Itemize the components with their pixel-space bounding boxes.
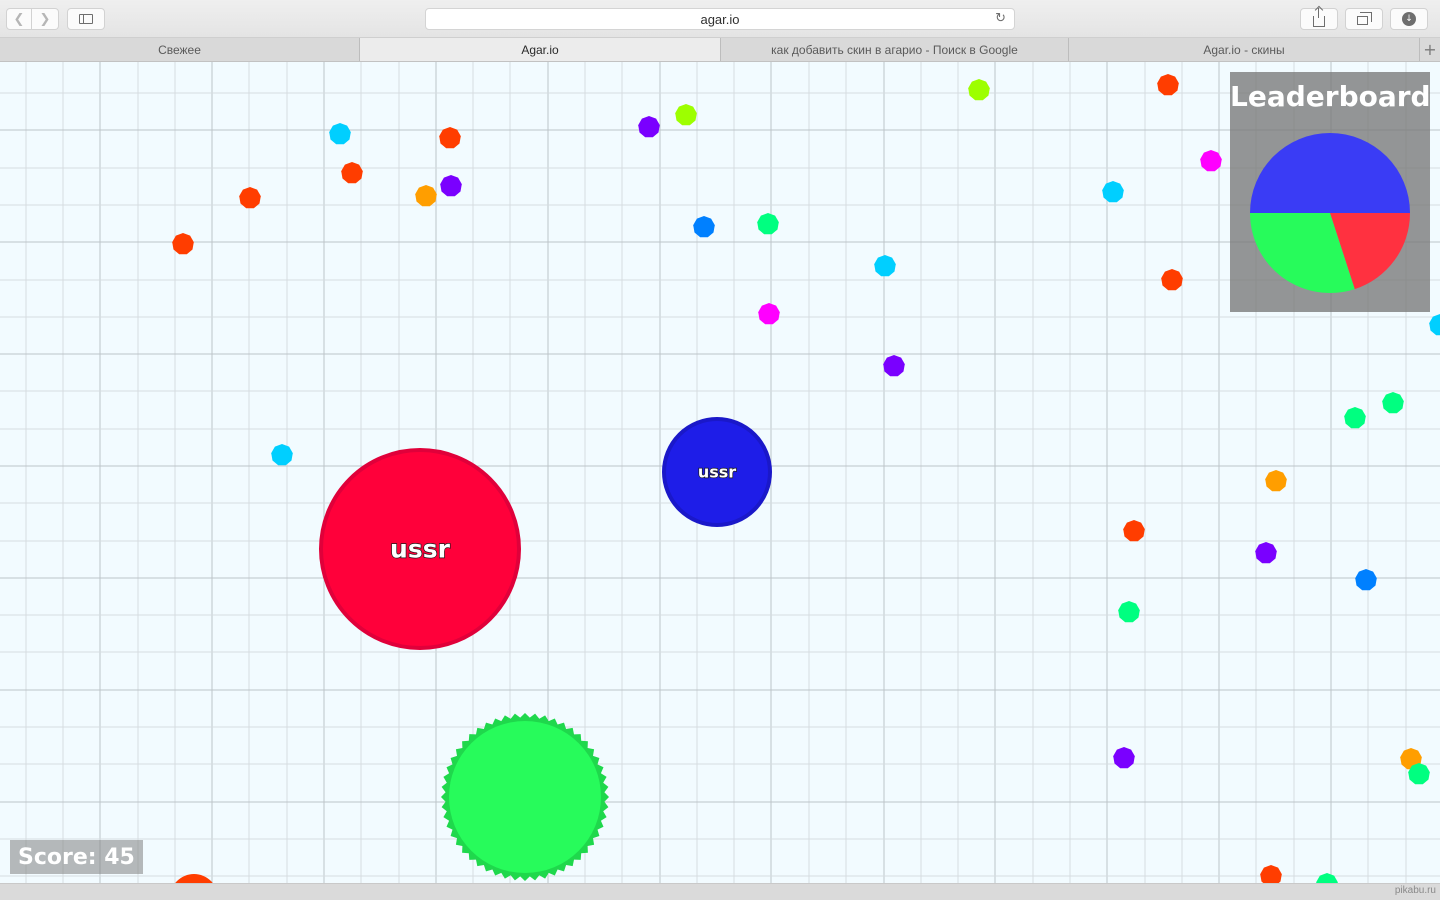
tab-google-search[interactable]: как добавить скин в агарио - Поиск в Goo… [721,38,1069,61]
food-pellet [693,216,715,238]
food-pellet [239,187,261,209]
sidebar-icon [79,14,93,24]
game-canvas[interactable]: ussr ussr Leaderboard Score: 45 [0,62,1440,883]
share-button[interactable] [1300,7,1338,30]
tab-label: Свежее [158,42,201,57]
tab-bar: Свежее Agar.io как добавить скин в агари… [0,38,1440,62]
sidebar-toggle-button[interactable] [67,8,105,30]
player-cells: ussr ussr [175,417,772,883]
food-pellet [874,255,896,277]
tab-label: Agar.io - скины [1203,42,1285,57]
food-pellet [883,355,905,377]
browser-toolbar: ❮ ❯ agar.io ↻ ↓ [0,0,1440,38]
chevron-left-icon: ❮ [13,11,25,27]
reload-icon[interactable]: ↻ [995,11,1006,26]
food-pellet [675,104,697,126]
food-pellet [1382,392,1404,414]
food-pellet [1161,269,1183,291]
show-tabs-button[interactable] [1345,8,1383,30]
leaderboard-title: Leaderboard [1230,80,1431,113]
back-button[interactable]: ❮ [6,8,32,30]
tab-agario[interactable]: Agar.io [360,38,721,61]
player-name: ussr [698,463,736,482]
share-icon [1313,7,1325,27]
food-pellet [1265,470,1287,492]
food-pellet [440,175,462,197]
food-pellet [1157,74,1179,96]
food-pellet [415,185,437,207]
pie-slice [1250,133,1410,213]
player-name: ussr [390,535,451,564]
enemy-cell [175,874,213,883]
food-pellet [1316,873,1338,883]
food-pellet [1344,407,1366,429]
food-pellet [1102,181,1124,203]
food-pellet [638,116,660,138]
food-pellet [758,303,780,325]
food-pellet [1113,747,1135,769]
food-pellet [757,213,779,235]
food-pellet [1123,520,1145,542]
leaderboard-panel: Leaderboard [1230,72,1431,312]
tab-label: Agar.io [521,42,559,57]
tab-label: как добавить скин в агарио - Поиск в Goo… [771,42,1018,57]
plus-icon: + [1423,40,1437,59]
downloads-button[interactable]: ↓ [1390,8,1428,30]
food-pellet [341,162,363,184]
food-pellet [968,79,990,101]
tabs-icon [1357,12,1372,25]
new-tab-button[interactable]: + [1420,38,1440,61]
food-pellet [1118,601,1140,623]
watermark-text: pikabu.ru [1394,885,1436,896]
chevron-right-icon: ❯ [39,11,51,27]
download-icon: ↓ [1402,12,1416,26]
address-text: agar.io [700,11,740,27]
tab-svezhee[interactable]: Свежее [0,38,360,61]
address-bar[interactable]: agar.io ↻ [425,8,1015,30]
food-pellet [329,123,351,145]
forward-button[interactable]: ❯ [32,8,59,30]
food-pellet [1355,569,1377,591]
game-field[interactable]: ussr ussr [0,62,1440,883]
score-display: Score: 45 [10,840,143,874]
food-pellet [271,444,293,466]
tab-agario-skins[interactable]: Agar.io - скины [1069,38,1420,61]
food-pellet [1255,542,1277,564]
virus-cell [449,721,601,873]
status-bar: pikabu.ru [0,883,1440,900]
food-pellet [1260,865,1282,883]
